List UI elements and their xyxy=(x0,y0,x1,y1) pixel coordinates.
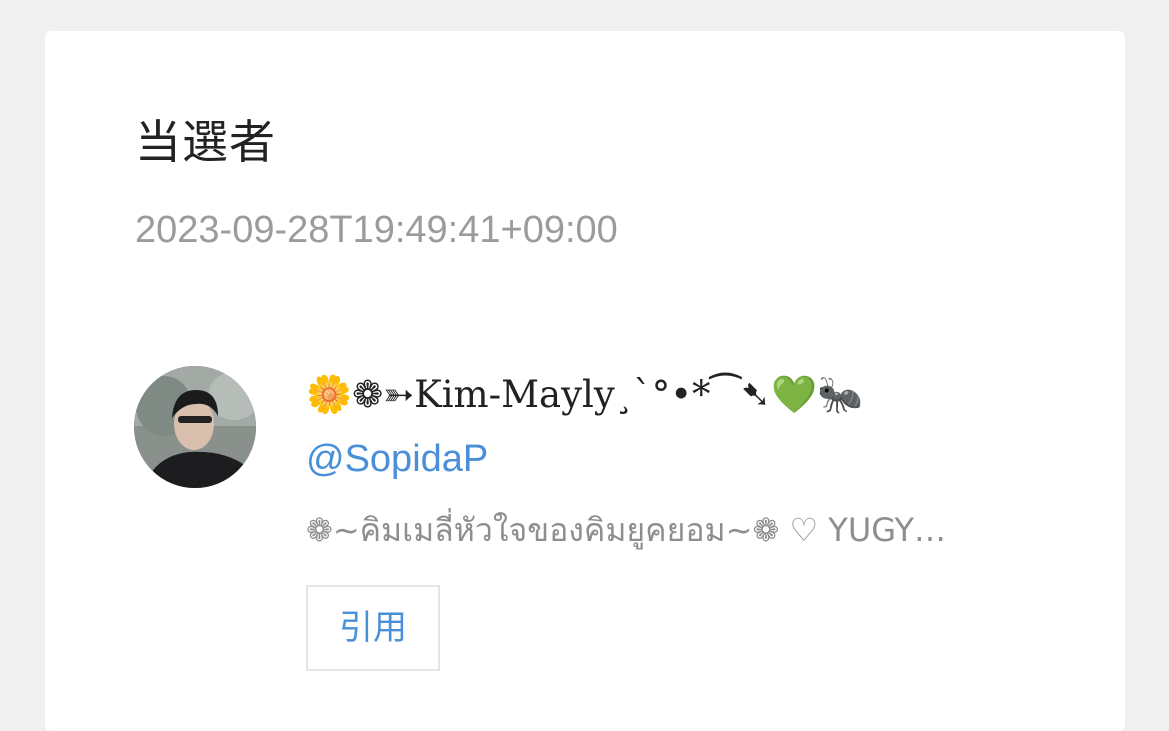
avatar[interactable] xyxy=(134,366,256,488)
user-avatar-icon xyxy=(134,366,256,488)
winner-handle-link[interactable]: @SopidaP xyxy=(306,435,488,483)
announcement-timestamp: 2023-09-28T19:49:41+09:00 xyxy=(135,209,618,251)
page-title: 当選者 xyxy=(135,115,276,169)
quote-button[interactable]: 引用 xyxy=(306,585,440,671)
winner-display-name[interactable]: 🌼❁➳Kim-Mayly¸`°•*⁀➷💚🐜 xyxy=(306,368,863,422)
winner-bio: ❁~คิมเมลี่หัวใจของคิมยูคยอม~❁ ♡ YUGY… xyxy=(306,511,947,549)
